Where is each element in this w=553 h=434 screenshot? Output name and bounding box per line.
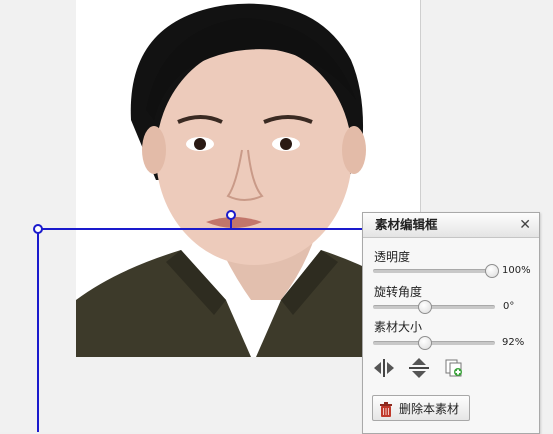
panel-title: 素材编辑框 (375, 217, 438, 232)
opacity-value: 100% (502, 265, 531, 276)
rotation-slider-track[interactable] (373, 305, 495, 309)
size-label: 素材大小 (374, 320, 423, 334)
rotation-value: 0° (503, 301, 515, 312)
opacity-slider-thumb[interactable] (485, 264, 499, 278)
duplicate-icon[interactable] (443, 358, 465, 378)
delete-material-button[interactable]: 删除本素材 (372, 395, 470, 421)
panel-header: 素材编辑框 ✕ (363, 213, 539, 238)
flip-vertical-icon[interactable] (408, 358, 430, 378)
size-value: 92% (502, 337, 525, 348)
trash-icon (379, 401, 393, 427)
editor-canvas[interactable]: 素材编辑框 ✕ 透明度 100% 旋转角度 0° 素材大小 92% 删除本素材 (0, 0, 553, 434)
material-edit-panel: 素材编辑框 ✕ 透明度 100% 旋转角度 0° 素材大小 92% 删除本素材 (362, 212, 540, 434)
close-icon[interactable]: ✕ (519, 213, 531, 237)
size-slider-track[interactable] (373, 341, 495, 345)
rotation-slider-thumb[interactable] (418, 300, 433, 314)
size-slider-thumb[interactable] (418, 336, 433, 350)
flip-horizontal-icon[interactable] (373, 358, 395, 378)
corner-handle[interactable] (33, 224, 43, 234)
opacity-slider-track[interactable] (373, 269, 491, 273)
rotation-label: 旋转角度 (374, 285, 423, 299)
opacity-label: 透明度 (374, 250, 411, 264)
delete-label: 删除本素材 (399, 402, 460, 416)
